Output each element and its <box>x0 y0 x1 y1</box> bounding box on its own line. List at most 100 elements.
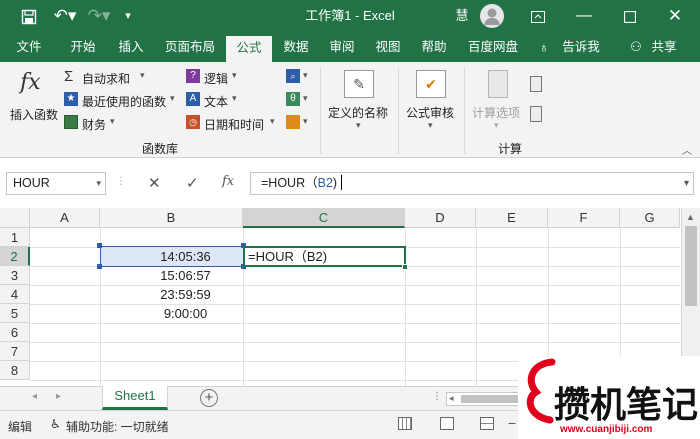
undo-icon[interactable]: ↶▾ <box>50 0 80 34</box>
datetime-button[interactable]: ◷ 日期和时间 ▾ <box>186 114 280 134</box>
tab-review[interactable]: 审阅 <box>322 34 362 62</box>
watermark-url: www.cuanjibiji.com <box>560 424 653 435</box>
tab-file[interactable]: 文件 <box>6 34 52 62</box>
tab-insert[interactable]: 插入 <box>108 34 154 62</box>
window-title: 工作簿1 - Excel <box>305 8 395 23</box>
group-label-library: 函数库 <box>142 142 179 156</box>
chevron-down-icon: ▾ <box>140 70 145 80</box>
calculate-now-icon[interactable] <box>530 76 542 92</box>
chevron-down-icon: ▾ <box>232 93 237 103</box>
search-icon: ⌕ <box>286 69 300 83</box>
scroll-thumb[interactable] <box>685 226 697 306</box>
close-icon[interactable]: ✕ <box>664 0 686 34</box>
expand-formula-icon[interactable]: ▾ <box>684 173 689 194</box>
accessibility-icon[interactable]: ♿ <box>50 417 61 431</box>
cell-b3[interactable]: 15:06:57 <box>100 266 243 285</box>
zoom-out-icon[interactable]: − <box>508 415 516 431</box>
tab-page-layout[interactable]: 页面布局 <box>158 34 222 62</box>
row-header-1[interactable]: 1 <box>0 228 30 247</box>
h-scroll-thumb[interactable] <box>461 395 521 403</box>
normal-view-icon[interactable] <box>398 417 412 430</box>
column-header-d[interactable]: D <box>405 208 476 228</box>
recent-functions-button[interactable]: ★ 最近使用的函数 ▾ <box>64 91 182 111</box>
drag-handle-icon[interactable]: ⋮ <box>116 176 126 187</box>
add-sheet-icon[interactable]: + <box>200 389 218 407</box>
defined-names-button[interactable]: ✎ 定义的名称 ▾ <box>326 66 396 138</box>
tab-split-icon[interactable]: ⋮ <box>432 391 442 402</box>
row-header-2[interactable]: 2 <box>0 247 30 266</box>
tab-help[interactable]: 帮助 <box>414 34 454 62</box>
logical-button[interactable]: ? 逻辑 ▾ <box>186 68 256 88</box>
page-layout-view-icon[interactable] <box>440 417 454 430</box>
name-box-value: HOUR <box>13 176 50 190</box>
share-button[interactable]: 共享 <box>648 34 680 62</box>
column-header-c[interactable]: C <box>243 208 405 228</box>
name-box[interactable]: HOUR ▾ <box>6 172 106 195</box>
ribbon-tabs: 文件 开始 插入 页面布局 公式 数据 审阅 视图 帮助 百度网盘 ♁ 告诉我 … <box>0 34 700 62</box>
row-header-6[interactable]: 6 <box>0 323 30 342</box>
group-separator <box>398 68 399 154</box>
lightbulb-icon[interactable]: ♁ <box>534 34 554 62</box>
fx-icon: fx <box>20 70 41 95</box>
fill-handle[interactable] <box>402 264 408 270</box>
sheet-tab-sheet1[interactable]: Sheet1 <box>102 386 168 410</box>
ribbon-display-icon[interactable] <box>528 0 548 34</box>
calculate-sheet-icon[interactable] <box>530 106 542 122</box>
select-all-corner[interactable] <box>0 208 30 228</box>
scroll-up-icon[interactable]: ▲ <box>686 212 695 222</box>
calc-options-label: 计算选项 <box>472 106 521 120</box>
tell-me[interactable]: 告诉我 <box>556 34 606 62</box>
text-button[interactable]: A 文本 ▾ <box>186 91 256 111</box>
cell-b2[interactable]: 14:05:36 <box>100 247 243 266</box>
scroll-left-icon[interactable]: ◂ <box>449 393 454 404</box>
row-header-5[interactable]: 5 <box>0 304 30 323</box>
person-icon[interactable]: ⚇ <box>628 34 644 62</box>
more-functions-button[interactable]: ▾ <box>286 114 312 134</box>
sheet-prev-icon[interactable]: ◂ <box>32 391 37 402</box>
column-header-e[interactable]: E <box>476 208 548 228</box>
column-header-f[interactable]: F <box>548 208 620 228</box>
accessibility-status[interactable]: 辅助功能: 一切就绪 <box>66 418 169 435</box>
title-bar: ↶▾ ↷▾ ▾ 工作簿1 - Excel 慧 — ✕ <box>0 0 700 34</box>
question-icon: ? <box>186 69 200 83</box>
tab-view[interactable]: 视图 <box>368 34 408 62</box>
chevron-down-icon: ▾ <box>110 116 115 126</box>
save-icon[interactable] <box>18 0 40 34</box>
column-header-g[interactable]: G <box>620 208 680 228</box>
tab-baidu[interactable]: 百度网盘 <box>462 34 524 62</box>
row-header-3[interactable]: 3 <box>0 266 30 285</box>
avatar[interactable] <box>480 4 504 28</box>
row-header-7[interactable]: 7 <box>0 342 30 361</box>
calculator-icon <box>488 70 508 98</box>
datetime-label: 日期和时间 <box>204 118 265 132</box>
cell-b4[interactable]: 23:59:59 <box>100 285 243 304</box>
redo-icon[interactable]: ↷▾ <box>86 0 112 34</box>
sheet-next-icon[interactable]: ▸ <box>56 391 61 402</box>
row-header-8[interactable]: 8 <box>0 361 30 380</box>
formula-input[interactable]: =HOUR（B2) ▾ <box>250 172 694 195</box>
tab-data[interactable]: 数据 <box>276 34 316 62</box>
insert-function-button[interactable]: fx 插入函数 <box>8 66 60 130</box>
tab-formulas[interactable]: 公式 <box>226 36 272 62</box>
column-header-a[interactable]: A <box>30 208 100 228</box>
math-button[interactable]: θ ▾ <box>286 91 312 111</box>
autosum-button[interactable]: Σ 自动求和 ▾ <box>64 68 174 88</box>
cell-b5[interactable]: 9:00:00 <box>100 304 243 323</box>
customize-toolbar-icon[interactable]: ▾ <box>120 0 136 34</box>
row-header-4[interactable]: 4 <box>0 285 30 304</box>
lookup-button[interactable]: ⌕ ▾ <box>286 68 312 88</box>
insert-function-fx-icon[interactable]: fx <box>222 174 234 189</box>
page-break-view-icon[interactable] <box>480 417 494 430</box>
formula-auditing-button[interactable]: ✔ 公式审核 ▾ <box>402 66 462 138</box>
enter-icon[interactable]: ✓ <box>186 174 199 192</box>
calc-options-button[interactable]: 计算选项 ▾ <box>470 66 528 138</box>
minimize-icon[interactable]: — <box>572 0 596 34</box>
cancel-icon[interactable]: ✕ <box>148 174 161 192</box>
tab-home[interactable]: 开始 <box>60 34 106 62</box>
maximize-icon[interactable] <box>620 0 640 34</box>
financial-button[interactable]: 财务 ▾ <box>64 114 134 134</box>
formula-bar: HOUR ▾ ⋮ ✕ ✓ fx =HOUR（B2) ▾ <box>0 162 700 206</box>
collapse-ribbon-icon[interactable]: ︿ <box>682 142 692 157</box>
gridline <box>476 228 477 388</box>
column-header-b[interactable]: B <box>100 208 243 228</box>
